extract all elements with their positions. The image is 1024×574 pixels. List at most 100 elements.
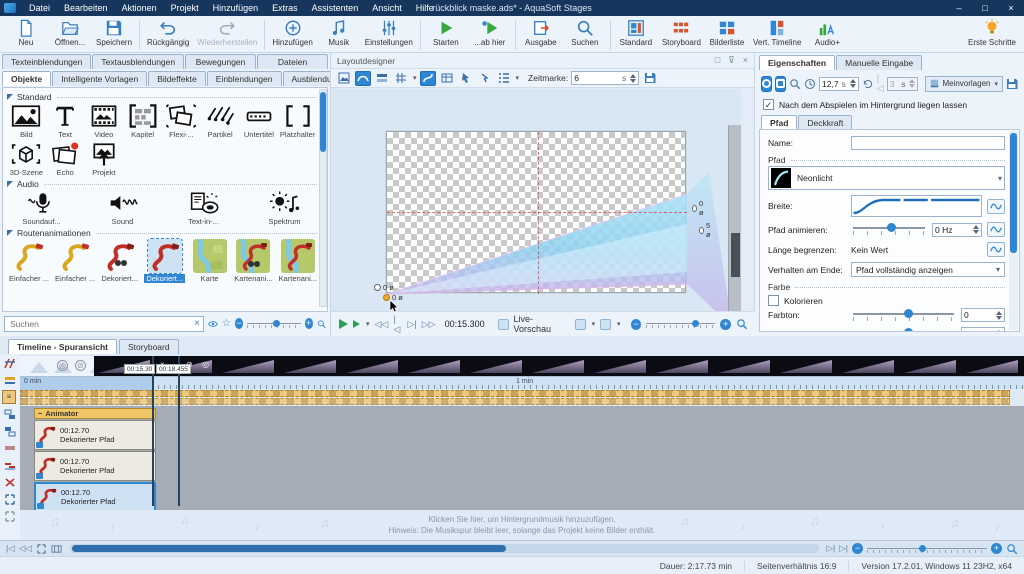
properties-scrollbar[interactable] [1009, 131, 1018, 330]
timemark-spinbox[interactable]: 6 s [571, 71, 639, 85]
skip-start-icon[interactable]: ◁◁ [375, 319, 389, 330]
route-item-dekorierter-pfad-2-selected[interactable]: Dekoriert... [144, 239, 185, 283]
settings-button[interactable]: Einstellungen [361, 18, 417, 48]
timeline-zoom-in-button[interactable]: + [991, 543, 1002, 554]
object-search-box[interactable]: × [4, 316, 204, 332]
panel-close-icon[interactable]: × [743, 55, 748, 66]
timeline-clip-1[interactable]: 00:12.70Dekorierter Pfad [34, 420, 156, 450]
object-item-platzhalter[interactable]: Platzhalter [278, 103, 317, 139]
tab-texteinblendungen[interactable]: Texteinblendungen [2, 54, 91, 69]
first-steps-button[interactable]: Erste Schritte [964, 18, 1020, 48]
table-mode-button[interactable] [439, 71, 455, 86]
playhead-end[interactable] [178, 356, 180, 506]
track-tool-icon-10[interactable] [4, 511, 16, 522]
tab-timeline-spuransicht[interactable]: Timeline - Spuransicht [8, 339, 117, 354]
track-tool-icon-2[interactable] [4, 375, 16, 386]
canvas-magnifier-icon[interactable] [736, 318, 748, 330]
start-from-here-button[interactable]: ...ab hier [468, 18, 512, 48]
width-curve-button[interactable] [987, 199, 1005, 214]
standard-view-button[interactable]: Standard [614, 18, 658, 48]
favorites-star-icon[interactable]: ☆ [222, 318, 231, 329]
new-button[interactable]: Neu [4, 18, 48, 48]
menu-bearbeiten[interactable]: Bearbeiten [57, 0, 115, 16]
tab-objekte[interactable]: Objekte [2, 71, 51, 86]
route-item-kartenanimation-2[interactable]: Kartenani... [279, 239, 317, 283]
track-tool-icon-4[interactable] [4, 409, 16, 420]
track-tool-icon-9[interactable] [4, 494, 16, 505]
search-input[interactable] [8, 318, 194, 330]
object-item-3d-szene[interactable]: 3D-Szene [7, 141, 46, 177]
tab-bildeffekte[interactable]: Bildeffekte [148, 71, 206, 86]
section-routenanimationen[interactable]: Routenanimationen [7, 228, 317, 238]
object-item-soundaufnahme[interactable]: Soundauf... [9, 190, 74, 226]
route-item-einfacher-pfad-2[interactable]: Einfacher ... [55, 239, 95, 283]
vertical-timeline-view-button[interactable]: Vert. Timeline [749, 18, 805, 48]
section-pfad[interactable]: Pfad [768, 155, 1005, 165]
chapter-collapse-handle[interactable]: ≡ [2, 390, 16, 404]
save-template-button[interactable] [1006, 76, 1018, 92]
cut-scissors-icon[interactable]: ⊘ [186, 360, 193, 369]
object-item-partikel[interactable]: Partikel [201, 103, 240, 139]
panel-pin-icon[interactable]: ⊽ [728, 55, 735, 66]
zoom-in-button[interactable]: + [305, 318, 313, 329]
prev-frame-icon[interactable]: |◁ [393, 314, 402, 335]
object-item-video[interactable]: Video [85, 103, 124, 139]
menu-projekt[interactable]: Projekt [164, 0, 206, 16]
close-icon[interactable]: × [998, 0, 1024, 16]
path-point-marker[interactable]: 0 ø [692, 199, 706, 217]
eye-icon[interactable] [208, 319, 218, 329]
quality-caret[interactable]: ▾ [592, 320, 596, 328]
timeline-clip-3-selected[interactable]: 00:12.70Dekorierter Pfad [34, 482, 156, 512]
animate-frequency-spinbox[interactable]: 0 Hz [932, 223, 982, 237]
chapter-track-bar-1[interactable] [20, 390, 1010, 397]
preview-play-button[interactable] [339, 319, 348, 329]
minimize-icon[interactable]: – [946, 0, 972, 16]
point-list-caret[interactable]: ▾ [516, 74, 520, 82]
loop-point-icon[interactable]: ◎ [202, 360, 209, 369]
point-list-button[interactable] [496, 71, 512, 86]
limit-length-value[interactable]: Kein Wert [851, 245, 888, 255]
tab-bewegungen[interactable]: Bewegungen [185, 54, 256, 69]
track-tool-icon-1[interactable] [4, 358, 16, 369]
timeline-magnifier-icon[interactable] [1006, 543, 1018, 555]
subtab-deckkraft[interactable]: Deckkraft [798, 115, 852, 130]
chapter-track-bar-2[interactable] [20, 398, 1010, 405]
templates-dropdown-button[interactable]: Meinvorlagen ▾ [925, 76, 1003, 92]
music-button[interactable]: Musik [317, 18, 361, 48]
width-curve-editor[interactable] [851, 195, 982, 217]
timeline-zoom-out-button[interactable]: − [852, 543, 863, 554]
panel-maximize-icon[interactable]: □ [715, 55, 720, 66]
move-points-button[interactable] [477, 71, 493, 86]
skip-end-icon[interactable]: ▷▷ [422, 319, 436, 330]
object-item-text[interactable]: Text [46, 103, 85, 139]
thumbnail-size-slider[interactable] [247, 319, 300, 329]
hue-spinbox[interactable]: 0 [961, 308, 1005, 322]
timeline-ruler[interactable]: 0 min 1 min [20, 376, 1024, 389]
end-marker-icon[interactable]: ▷| [839, 543, 848, 554]
undo-button[interactable]: Rückgängig [143, 18, 193, 48]
path-style-dropdown[interactable]: Neonlicht ▾ [768, 166, 1005, 190]
timeline-zoom-slider[interactable] [867, 544, 987, 554]
image-list-view-button[interactable]: Bilderliste [705, 18, 749, 48]
animator-group[interactable]: − Animator 00:12.70Dekorierter Pfad 00:1… [34, 408, 156, 512]
section-audio[interactable]: Audio [7, 179, 317, 189]
canvas-zoom-out-button[interactable]: − [631, 319, 642, 330]
animate-curve-button[interactable] [987, 222, 1005, 237]
menu-datei[interactable]: Datei [22, 0, 57, 16]
storyboard-view-button[interactable]: Storyboard [658, 18, 705, 48]
object-item-spektrum[interactable]: Spektrum [252, 190, 317, 226]
grid-dropdown-caret[interactable]: ▾ [413, 74, 417, 82]
track-tool-icon-8[interactable] [4, 477, 16, 488]
playhead-start[interactable] [152, 356, 154, 506]
clear-search-icon[interactable]: × [194, 318, 200, 329]
open-button[interactable]: Öffnen... [48, 18, 92, 48]
name-input[interactable] [851, 136, 1005, 150]
fit-timeline-icon[interactable] [36, 544, 47, 554]
add-button[interactable]: Hinzufügen [268, 18, 316, 48]
section-standard[interactable]: Standard [7, 92, 317, 102]
slide-canvas[interactable]: 0 ø 5 ø 0 ø 0 ø [386, 131, 686, 293]
subtab-pfad[interactable]: Pfad [761, 115, 797, 130]
cut-marker-icon[interactable]: ⊘ [75, 360, 86, 371]
maximize-icon[interactable]: □ [972, 0, 998, 16]
audio-plus-view-button[interactable]: Audio+ [805, 18, 849, 48]
